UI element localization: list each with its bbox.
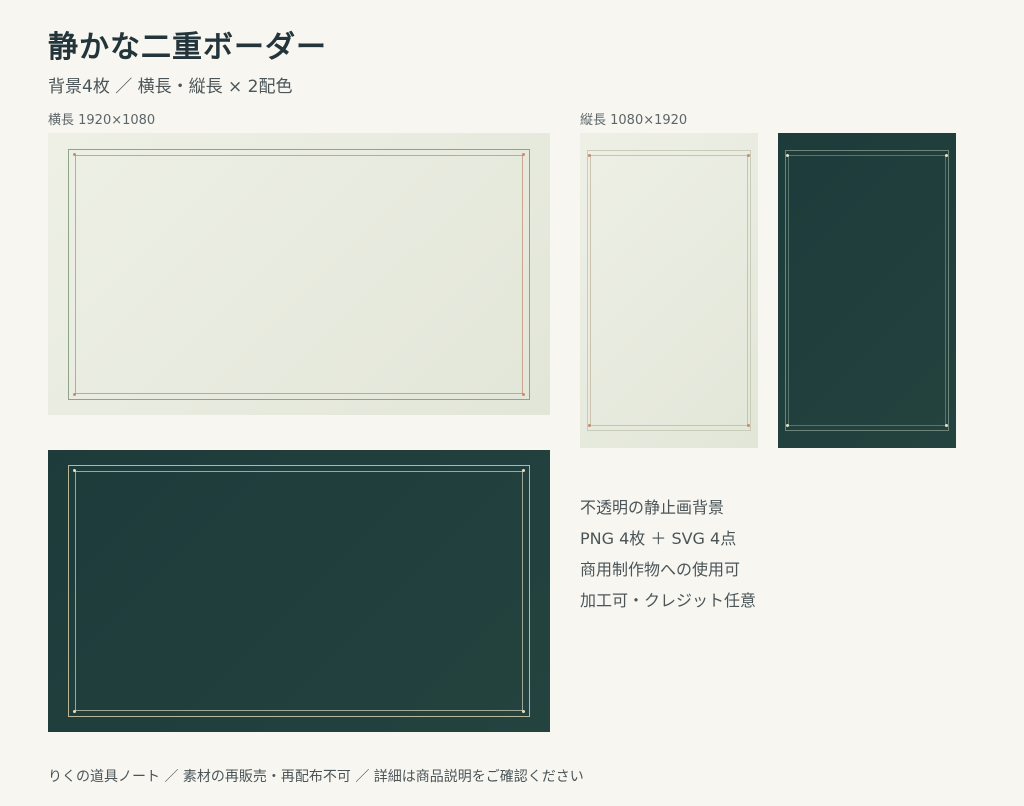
feature-list: 不透明の静止画背景 PNG 4枚 ＋ SVG 4点 商用制作物への使用可 加工可… (580, 492, 756, 616)
inner-border (590, 155, 748, 426)
page-title: 静かな二重ボーダー (48, 30, 327, 65)
corner-dot (945, 154, 948, 157)
corner-dot (522, 710, 525, 713)
horizontal-size-label: 横長 1920×1080 (48, 113, 156, 128)
corner-dot (588, 154, 591, 157)
corner-dot (786, 424, 789, 427)
corner-dot (73, 469, 76, 472)
corner-dot (522, 393, 525, 396)
corner-dot (73, 153, 76, 156)
corner-dot (522, 153, 525, 156)
corner-dot (73, 710, 76, 713)
corner-dot (747, 154, 750, 157)
corner-dot (588, 424, 591, 427)
inner-border (788, 155, 946, 426)
page-subtitle: 背景4枚 ／ 横長・縦長 × 2配色 (48, 77, 293, 97)
corner-dot (945, 424, 948, 427)
vertical-size-label: 縦長 1080×1920 (580, 113, 688, 128)
corner-dot (786, 154, 789, 157)
preview-vertical-light (580, 133, 758, 448)
inner-border (75, 155, 523, 394)
corner-dot (522, 469, 525, 472)
inner-border (75, 471, 523, 711)
footer-note: りくの道具ノート ／ 素材の再販売・再配布不可 ／ 詳細は商品説明をご確認くださ… (48, 769, 584, 785)
feature-item: 不透明の静止画背景 (580, 498, 725, 517)
feature-item: 加工可・クレジット任意 (580, 591, 757, 610)
corner-dot (747, 424, 750, 427)
preview-horizontal-light (48, 133, 550, 415)
corner-dot (73, 393, 76, 396)
feature-item: PNG 4枚 ＋ SVG 4点 (580, 529, 737, 548)
preview-vertical-dark (778, 133, 956, 448)
preview-horizontal-dark (48, 450, 550, 732)
feature-item: 商用制作物への使用可 (580, 560, 741, 579)
